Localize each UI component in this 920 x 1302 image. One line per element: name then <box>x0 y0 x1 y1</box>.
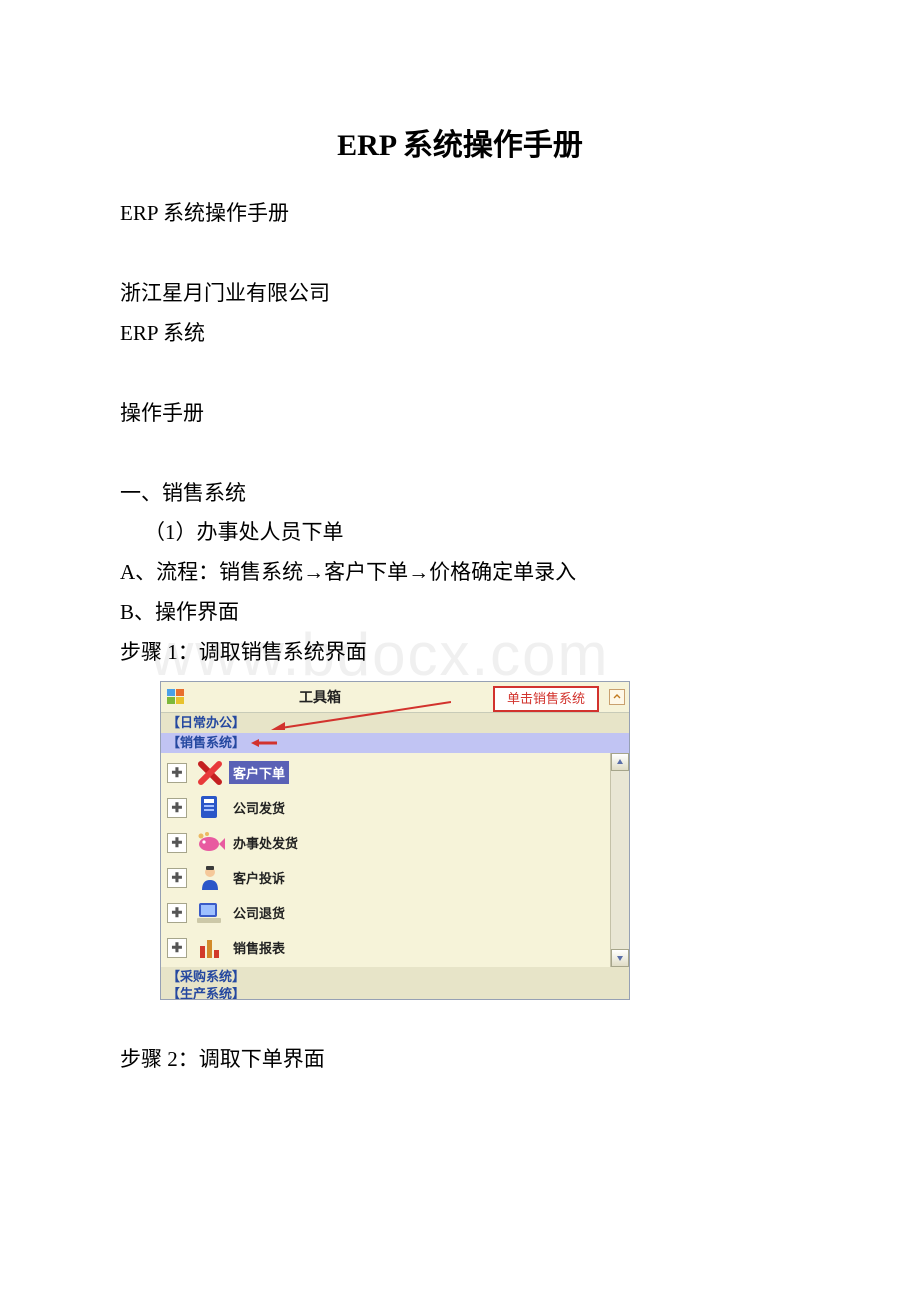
section-daily-office[interactable]: 【日常办公】 <box>161 713 629 733</box>
expand-icon[interactable]: ✚ <box>167 763 187 783</box>
scroll-up-button[interactable] <box>611 753 629 771</box>
tree-item-company-return[interactable]: ✚ 公司退货 <box>163 895 610 930</box>
section-sales-system[interactable]: 【销售系统】 <box>161 733 629 753</box>
scrollbar[interactable] <box>610 753 629 967</box>
flow-line: A、流程：销售系统→客户下单→价格确定单录入 <box>120 553 800 593</box>
toolbox-body: ✚ 客户下单 ✚ 公司发货 ✚ <box>161 753 629 967</box>
toolbox-title: 工具箱 <box>299 687 341 707</box>
person-icon <box>195 863 225 893</box>
fish-icon <box>195 828 225 858</box>
bar-chart-icon <box>195 933 225 963</box>
interface-line: B、操作界面 <box>120 593 800 633</box>
tree-item-label: 公司发货 <box>229 796 289 819</box>
tree-item-label: 客户下单 <box>229 761 289 784</box>
tree-area: ✚ 客户下单 ✚ 公司发货 ✚ <box>161 753 610 967</box>
section-heading: 一、销售系统 <box>120 474 800 514</box>
collapse-button[interactable] <box>609 689 625 705</box>
page-title: ERP 系统操作手册 <box>120 120 800 164</box>
system-line: ERP 系统 <box>120 314 800 354</box>
section-production-system[interactable]: 【生产系统】 <box>161 987 629 999</box>
annotation-callout: 单击销售系统 <box>493 686 599 712</box>
tree-item-company-ship[interactable]: ✚ 公司发货 <box>163 790 610 825</box>
section-purchase-system[interactable]: 【采购系统】 <box>161 967 629 987</box>
toolbox-panel: 工具箱 单击销售系统 【日常办公】 【销售系统】 <box>160 681 630 1000</box>
manual-line: 操作手册 <box>120 394 800 434</box>
tree-item-office-ship[interactable]: ✚ 办事处发货 <box>163 825 610 860</box>
book-blue-icon <box>195 793 225 823</box>
toolbox-header: 工具箱 单击销售系统 <box>161 682 629 713</box>
step2-line: 步骤 2：调取下单界面 <box>120 1040 800 1080</box>
expand-icon[interactable]: ✚ <box>167 798 187 818</box>
expand-icon[interactable]: ✚ <box>167 903 187 923</box>
subsection-line: （1）办事处人员下单 <box>120 513 800 553</box>
company-line: 浙江星月门业有限公司 <box>120 274 800 314</box>
tree-item-sales-report[interactable]: ✚ 销售报表 <box>163 930 610 965</box>
scroll-down-button[interactable] <box>611 949 629 967</box>
x-red-icon <box>195 758 225 788</box>
expand-icon[interactable]: ✚ <box>167 868 187 888</box>
subtitle-line: ERP 系统操作手册 <box>120 194 800 234</box>
computer-icon <box>195 898 225 928</box>
tree-item-label: 销售报表 <box>229 936 289 959</box>
expand-icon[interactable]: ✚ <box>167 938 187 958</box>
expand-icon[interactable]: ✚ <box>167 833 187 853</box>
left-arrow-icon <box>251 734 277 754</box>
tree-item-label: 公司退货 <box>229 901 289 924</box>
tree-item-label: 客户投诉 <box>229 866 289 889</box>
tree-item-label: 办事处发货 <box>229 831 302 854</box>
section-sales-label: 【销售系统】 <box>167 735 245 750</box>
windows-logo-icon <box>167 689 189 705</box>
tree-item-customer-order[interactable]: ✚ 客户下单 <box>163 755 610 790</box>
step1-line: 步骤 1：调取销售系统界面 <box>120 633 800 673</box>
tree-item-customer-complaint[interactable]: ✚ 客户投诉 <box>163 860 610 895</box>
